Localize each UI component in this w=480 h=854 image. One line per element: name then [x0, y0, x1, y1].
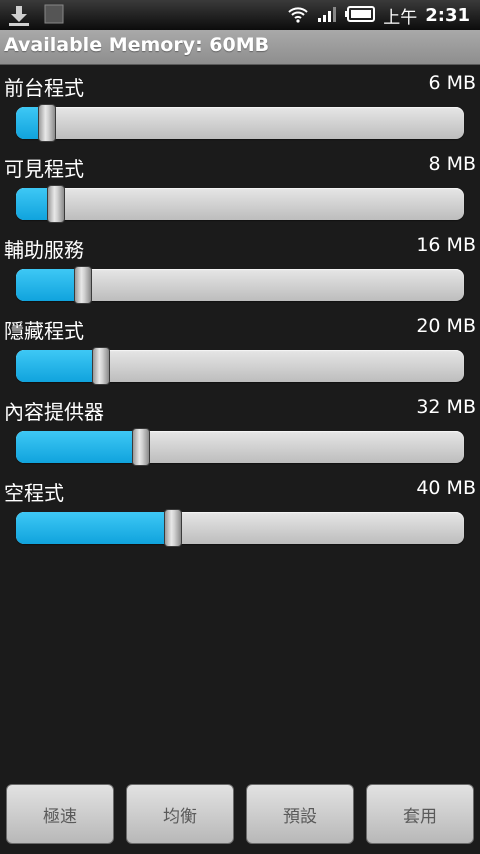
slider-row-hidden: 隱藏程式 20 MB: [0, 309, 480, 390]
slider-fill: [16, 431, 141, 463]
wifi-icon: [287, 5, 309, 27]
slider-value: 6 MB: [428, 72, 476, 94]
slider-label: 輔助服務: [4, 238, 84, 262]
memory-slider-content-provider[interactable]: [16, 428, 464, 466]
slider-row-visible: 可見程式 8 MB: [0, 147, 480, 228]
slider-thumb[interactable]: [74, 266, 92, 304]
memory-slider-foreground[interactable]: [16, 104, 464, 142]
slider-value: 40 MB: [416, 477, 476, 499]
status-bar: 上午 2:31: [0, 0, 480, 30]
slider-fill: [16, 512, 173, 544]
notification-icon: [44, 4, 64, 32]
slider-row-foreground: 前台程式 6 MB: [0, 66, 480, 147]
slider-fill: [16, 269, 83, 301]
balanced-button[interactable]: 均衡: [126, 784, 234, 844]
slider-row-secondary-server: 輔助服務 16 MB: [0, 228, 480, 309]
title-bar: Available Memory: 60MB: [0, 30, 480, 65]
signal-icon: [317, 5, 337, 27]
button-bar: 極速 均衡 預設 套用: [0, 772, 480, 854]
page-title: Available Memory: 60MB: [4, 34, 270, 56]
apply-button[interactable]: 套用: [366, 784, 474, 844]
slider-label: 前台程式: [4, 76, 84, 100]
status-ampm: 上午: [383, 8, 418, 28]
slider-label: 內容提供器: [4, 400, 104, 424]
slider-label: 隱藏程式: [4, 319, 84, 343]
slider-thumb[interactable]: [164, 509, 182, 547]
status-time: 2:31: [425, 5, 470, 26]
memory-slider-hidden[interactable]: [16, 347, 464, 385]
slider-value: 16 MB: [416, 234, 476, 256]
memory-slider-secondary-server[interactable]: [16, 266, 464, 304]
memory-slider-visible[interactable]: [16, 185, 464, 223]
slider-value: 32 MB: [416, 396, 476, 418]
slider-value: 20 MB: [416, 315, 476, 337]
slider-thumb[interactable]: [38, 104, 56, 142]
extreme-button[interactable]: 極速: [6, 784, 114, 844]
battery-icon: [345, 5, 376, 26]
download-icon: [6, 4, 32, 32]
slider-label: 空程式: [4, 481, 64, 505]
slider-thumb[interactable]: [132, 428, 150, 466]
memory-slider-empty[interactable]: [16, 509, 464, 547]
slider-row-empty: 空程式 40 MB: [0, 471, 480, 552]
slider-label: 可見程式: [4, 157, 84, 181]
slider-row-content-provider: 內容提供器 32 MB: [0, 390, 480, 471]
default-button[interactable]: 預設: [246, 784, 354, 844]
slider-thumb[interactable]: [47, 185, 65, 223]
slider-value: 8 MB: [428, 153, 476, 175]
slider-fill: [16, 350, 101, 382]
slider-thumb[interactable]: [92, 347, 110, 385]
